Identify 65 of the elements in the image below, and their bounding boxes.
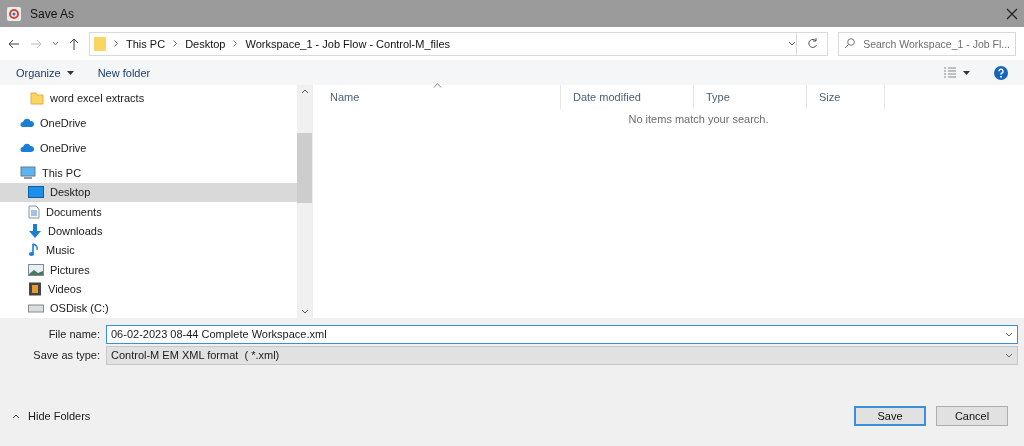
sidebar-item[interactable]: Videos xyxy=(0,279,297,299)
chevron-down-icon xyxy=(1005,352,1013,358)
film-icon xyxy=(28,282,42,296)
caret-down-icon xyxy=(66,70,74,75)
up-arrow-icon[interactable] xyxy=(69,37,79,50)
chevron-down-icon[interactable] xyxy=(52,41,59,46)
breadcrumb-item[interactable]: This PC xyxy=(126,37,166,50)
sidebar-item[interactable]: OneDrive xyxy=(0,113,297,133)
sidebar-item[interactable]: OneDrive xyxy=(0,138,297,158)
field-label: Save as type: xyxy=(32,349,101,361)
column-header[interactable]: Size xyxy=(807,85,885,109)
sidebar-item[interactable]: This PC xyxy=(0,163,297,183)
column-header[interactable]: Name xyxy=(318,85,561,109)
help-icon[interactable] xyxy=(994,65,1008,80)
dialog-button[interactable]: Save xyxy=(854,406,926,426)
chevron-down-icon[interactable] xyxy=(788,41,797,46)
sidebar-item[interactable]: Desktop xyxy=(0,182,297,203)
column-header[interactable]: Date modified xyxy=(561,85,694,109)
dialog-button[interactable]: Cancel xyxy=(936,406,1008,426)
computer-icon xyxy=(20,166,36,181)
breadcrumb-item[interactable]: Desktop xyxy=(185,37,226,50)
field-label: File name: xyxy=(47,328,101,340)
hide-folders-button[interactable]: Hide Folders xyxy=(12,410,91,422)
chevron-up-icon xyxy=(12,413,20,419)
drive-icon xyxy=(28,303,44,314)
caret-down-icon xyxy=(963,70,970,75)
folder-icon xyxy=(94,35,106,52)
sidebar-item[interactable]: OSDisk (C:) xyxy=(0,298,297,318)
close-icon[interactable] xyxy=(1006,7,1018,20)
back-arrow-icon[interactable] xyxy=(8,38,20,49)
scrollbar[interactable] xyxy=(297,85,312,318)
music-note-icon xyxy=(28,243,40,258)
details-view-icon xyxy=(943,66,957,79)
column-header[interactable]: Type xyxy=(694,85,807,109)
chevron-right-icon xyxy=(233,40,238,47)
chevron-down-icon xyxy=(1005,331,1013,337)
empty-message: No items match your search. xyxy=(628,113,769,125)
chevron-right-icon xyxy=(173,40,178,47)
folder-icon xyxy=(30,90,44,105)
toolbar-button[interactable]: New folder xyxy=(97,66,151,79)
breadcrumb-item[interactable]: Workspace_1 - Job Flow - Control-M_files xyxy=(245,37,451,50)
window-title: Save As xyxy=(30,6,76,21)
search-field[interactable]: Search Workspace_1 - Job Fl... xyxy=(838,31,1016,56)
picture-icon xyxy=(28,263,44,276)
refresh-icon xyxy=(806,38,818,49)
sidebar-item[interactable]: Documents xyxy=(0,202,297,222)
document-icon xyxy=(28,204,40,219)
sidebar-item[interactable]: word excel extracts xyxy=(0,88,297,108)
chevron-up-icon xyxy=(300,89,309,94)
file-type-dropdown[interactable]: Control-M EM XML format ( *.xml) xyxy=(106,345,1018,365)
sidebar-item[interactable]: Music xyxy=(0,240,297,260)
cloud-icon xyxy=(20,117,34,128)
chevron-right-icon xyxy=(114,40,118,47)
search-icon xyxy=(844,38,856,49)
file-name-field[interactable]: 06-02-2023 08-44 Complete Workspace.xml xyxy=(106,324,1018,344)
desktop-icon xyxy=(28,186,44,199)
app-icon xyxy=(6,5,22,22)
view-options-button[interactable] xyxy=(943,66,970,79)
menu-button[interactable]: Organize xyxy=(16,66,74,79)
download-arrow-icon xyxy=(28,224,42,238)
chevron-down-icon xyxy=(300,309,309,314)
sidebar-item[interactable]: Pictures xyxy=(0,260,297,280)
cloud-icon xyxy=(20,142,34,153)
address-bar[interactable]: This PC Desktop Workspace_1 - Job Flow - Control-M_files xyxy=(89,31,798,56)
sidebar-item[interactable]: Downloads xyxy=(0,221,297,241)
